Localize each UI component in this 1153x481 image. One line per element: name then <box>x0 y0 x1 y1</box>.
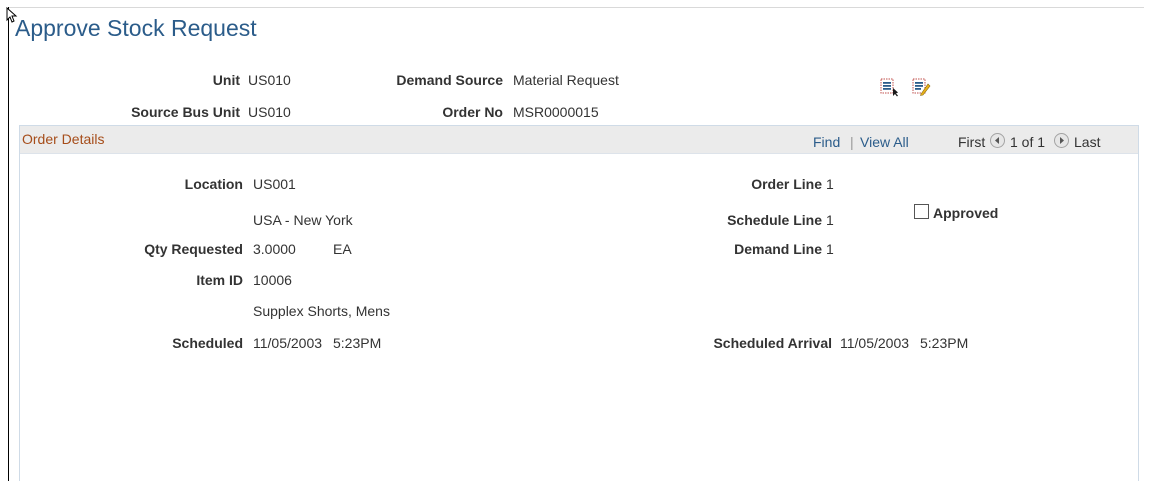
first-label: First <box>958 134 986 150</box>
location-value: US001 <box>253 176 296 192</box>
last-label: Last <box>1074 134 1101 150</box>
edit-list-icon[interactable] <box>911 77 931 97</box>
approved-label: Approved <box>933 205 999 221</box>
approved-checkbox[interactable] <box>914 204 929 219</box>
grid-title: Order Details <box>22 131 105 147</box>
view-all-link[interactable]: View All <box>860 134 909 150</box>
scheduled-arrival-label: Scheduled Arrival <box>713 335 832 351</box>
schedule-line-label: Schedule Line <box>727 212 822 228</box>
top-border <box>8 7 1144 8</box>
scheduled-time: 5:23PM <box>333 335 382 351</box>
source-bus-unit-label: Source Bus Unit <box>131 104 240 120</box>
find-link[interactable]: Find <box>813 134 840 150</box>
location-label: Location <box>184 176 243 192</box>
unit-of-measure: EA <box>333 241 352 257</box>
unit-label: Unit <box>212 72 240 88</box>
order-line-label: Order Line <box>751 176 822 192</box>
scheduled-arrival-time: 5:23PM <box>920 335 969 351</box>
source-bus-unit-value: US010 <box>248 104 291 120</box>
demand-line-value: 1 <box>826 241 834 257</box>
unit-value: US010 <box>248 72 291 88</box>
location-description: USA - New York <box>253 212 353 228</box>
grid-header: Order Details Find | View All First 1 of… <box>20 126 1138 154</box>
item-id-value: 10006 <box>253 272 292 288</box>
previous-arrow-icon[interactable] <box>990 133 1005 148</box>
scheduled-arrival-date: 11/05/2003 <box>840 335 910 351</box>
nav-separator: | <box>850 134 854 150</box>
item-id-label: Item ID <box>196 272 243 288</box>
qty-requested-label: Qty Requested <box>144 241 243 257</box>
scheduled-label: Scheduled <box>172 335 243 351</box>
schedule-line-value: 1 <box>826 212 834 228</box>
order-no-value: MSR0000015 <box>513 104 599 120</box>
demand-source-label: Demand Source <box>396 72 503 88</box>
demand-line-label: Demand Line <box>734 241 822 257</box>
scheduled-date: 11/05/2003 <box>253 335 323 351</box>
left-border <box>8 7 9 481</box>
select-list-icon[interactable] <box>879 77 899 97</box>
order-line-value: 1 <box>826 176 834 192</box>
next-arrow-icon[interactable] <box>1054 133 1069 148</box>
qty-requested-value: 3.0000 <box>253 241 296 257</box>
item-description: Supplex Shorts, Mens <box>253 303 390 319</box>
demand-source-value: Material Request <box>513 72 619 88</box>
page-title: Approve Stock Request <box>15 15 257 41</box>
row-count: 1 of 1 <box>1010 134 1046 150</box>
order-no-label: Order No <box>442 104 503 120</box>
